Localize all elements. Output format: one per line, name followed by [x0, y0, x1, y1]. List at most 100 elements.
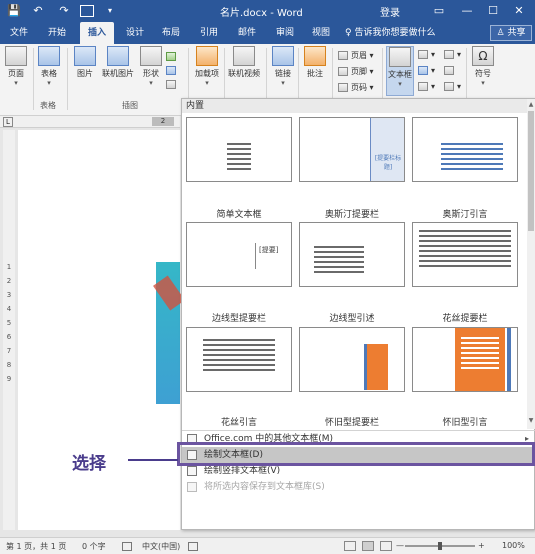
- undo-icon[interactable]: ↶: [30, 3, 46, 19]
- gallery-tile-austin-quote[interactable]: [412, 117, 518, 182]
- language[interactable]: 中文(中国): [142, 541, 180, 552]
- read-mode-icon[interactable]: [344, 541, 356, 551]
- share-button[interactable]: ♙ 共享: [490, 25, 532, 41]
- thumb-text-lines: [419, 227, 511, 270]
- close-button[interactable]: ✕: [508, 1, 530, 21]
- table-button[interactable]: 表格 ▾: [36, 46, 62, 87]
- tab-review[interactable]: 审阅: [270, 22, 300, 44]
- smartart-button[interactable]: [166, 52, 179, 61]
- symbol-label: 符号: [475, 69, 491, 78]
- comment-button[interactable]: 批注: [302, 46, 328, 79]
- gallery-tile-sideline-quote[interactable]: [299, 222, 405, 287]
- object-button[interactable]: ▾: [444, 82, 461, 91]
- tab-selector[interactable]: L: [3, 117, 13, 127]
- login-link[interactable]: 登录: [380, 4, 400, 19]
- links-button[interactable]: 链接 ▾: [270, 46, 296, 87]
- header-button[interactable]: 页眉 ▾: [338, 50, 374, 61]
- gallery-tile-simple[interactable]: [186, 117, 292, 182]
- maximize-button[interactable]: ☐: [482, 1, 504, 21]
- online-pictures-button[interactable]: 联机图片: [100, 46, 136, 79]
- tab-view[interactable]: 视图: [306, 22, 336, 44]
- page-count[interactable]: 第 1 页，共 1 页: [6, 541, 66, 552]
- textbox-label: 文本框: [388, 70, 412, 79]
- thumb-text-lines: [227, 140, 251, 173]
- gallery-tile-sideline-sidebar[interactable]: [提要]: [186, 222, 292, 287]
- calendar-icon: [444, 66, 454, 75]
- signature-icon: [444, 50, 454, 59]
- scrollbar-thumb[interactable]: [528, 111, 534, 231]
- thumb-text-lines: [314, 243, 364, 276]
- group-label-table: 表格: [40, 101, 56, 110]
- horizontal-ruler: L 2: [0, 116, 180, 128]
- print-layout-icon[interactable]: [362, 541, 374, 551]
- online-video-button[interactable]: 联机视频: [226, 46, 262, 79]
- gallery-tile-austin-sidebar[interactable]: [提要栏标题]: [299, 117, 405, 182]
- redo-icon[interactable]: ↷: [56, 3, 72, 19]
- screenshot-button[interactable]: [166, 80, 179, 89]
- header-icon: [338, 51, 348, 60]
- gallery-tile-filigree-sidebar[interactable]: [412, 222, 518, 287]
- ribbon-display-options-icon[interactable]: ▭: [428, 1, 450, 21]
- pictures-button[interactable]: 图片: [72, 46, 98, 79]
- retro-panel: [364, 344, 388, 390]
- proofing-icon[interactable]: [122, 542, 132, 551]
- checkbox-icon[interactable]: [80, 5, 94, 17]
- gallery-label: 花丝引言: [220, 418, 257, 428]
- wordart-icon: [418, 66, 428, 75]
- zoom-level[interactable]: 100%: [502, 541, 525, 550]
- gallery-tile-filigree-quote[interactable]: [186, 327, 292, 392]
- wordart-button[interactable]: ▾: [418, 66, 435, 75]
- scroll-down-icon[interactable]: ▼: [527, 417, 535, 424]
- tab-insert[interactable]: 插入: [80, 22, 114, 44]
- symbol-button[interactable]: Ω 符号 ▾: [470, 46, 496, 87]
- tab-layout[interactable]: 布局: [156, 22, 186, 44]
- title-bar: 💾 ↶ ↷ ▾ 名片.docx - Word 登录 ▭ — ☐ ✕: [0, 0, 535, 22]
- chevron-down-icon: ▾: [47, 79, 51, 87]
- links-label: 链接: [275, 69, 291, 78]
- table-label: 表格: [41, 69, 57, 78]
- signature-line-button[interactable]: ▾: [444, 50, 461, 59]
- page-number-icon: [338, 83, 348, 92]
- zoom-in-button[interactable]: +: [478, 541, 485, 550]
- business-card-image[interactable]: [153, 262, 185, 404]
- comment-icon: [304, 46, 326, 66]
- addins-icon: [196, 46, 218, 66]
- ruler-number: 7: [6, 347, 12, 355]
- tab-references[interactable]: 引用: [194, 22, 224, 44]
- date-time-button[interactable]: [444, 66, 457, 75]
- macro-icon[interactable]: [188, 542, 198, 551]
- gallery-scrollbar[interactable]: ▲ ▼: [527, 99, 535, 429]
- page-number-button[interactable]: 页码 ▾: [338, 82, 374, 93]
- omega-icon: Ω: [472, 46, 494, 66]
- web-layout-icon[interactable]: [380, 541, 392, 551]
- customize-quick-access-icon[interactable]: ▾: [102, 3, 118, 19]
- gallery-tile-retro-quote[interactable]: [412, 327, 518, 392]
- zoom-out-button[interactable]: —: [396, 541, 404, 550]
- sideline-title: [提要]: [259, 246, 279, 254]
- zoom-slider-knob[interactable]: [438, 542, 442, 550]
- gallery-label: 奥斯汀提要栏: [324, 210, 379, 220]
- save-icon[interactable]: 💾: [6, 3, 22, 19]
- zoom-slider[interactable]: [405, 542, 475, 550]
- quick-parts-button[interactable]: ▾: [418, 50, 435, 59]
- addins-button[interactable]: 加载项 ▾: [192, 46, 222, 87]
- footer-label: 页脚: [351, 67, 367, 76]
- tab-file[interactable]: 文件: [4, 22, 34, 44]
- dropcap-button[interactable]: ▾: [418, 82, 435, 91]
- textbox-button[interactable]: 文本框 ▾: [386, 46, 414, 96]
- tab-design[interactable]: 设计: [120, 22, 150, 44]
- shapes-icon: [140, 46, 162, 66]
- pages-button[interactable]: 页面 ▾: [4, 46, 28, 87]
- minimize-button[interactable]: —: [456, 1, 478, 21]
- tab-home[interactable]: 开始: [42, 22, 72, 44]
- footer-button[interactable]: 页脚 ▾: [338, 66, 374, 77]
- ruler-number: 8: [6, 361, 12, 369]
- tell-me-search[interactable]: ♀ 告诉我你想要做什么: [345, 22, 435, 44]
- dropcap-icon: [418, 82, 428, 91]
- word-count[interactable]: 0 个字: [82, 541, 106, 552]
- shapes-button[interactable]: 形状 ▾: [138, 46, 164, 87]
- tab-mailings[interactable]: 邮件: [232, 22, 262, 44]
- scroll-up-icon[interactable]: ▲: [527, 101, 535, 108]
- gallery-tile-retro-sidebar[interactable]: [299, 327, 405, 392]
- chart-button[interactable]: [166, 66, 179, 75]
